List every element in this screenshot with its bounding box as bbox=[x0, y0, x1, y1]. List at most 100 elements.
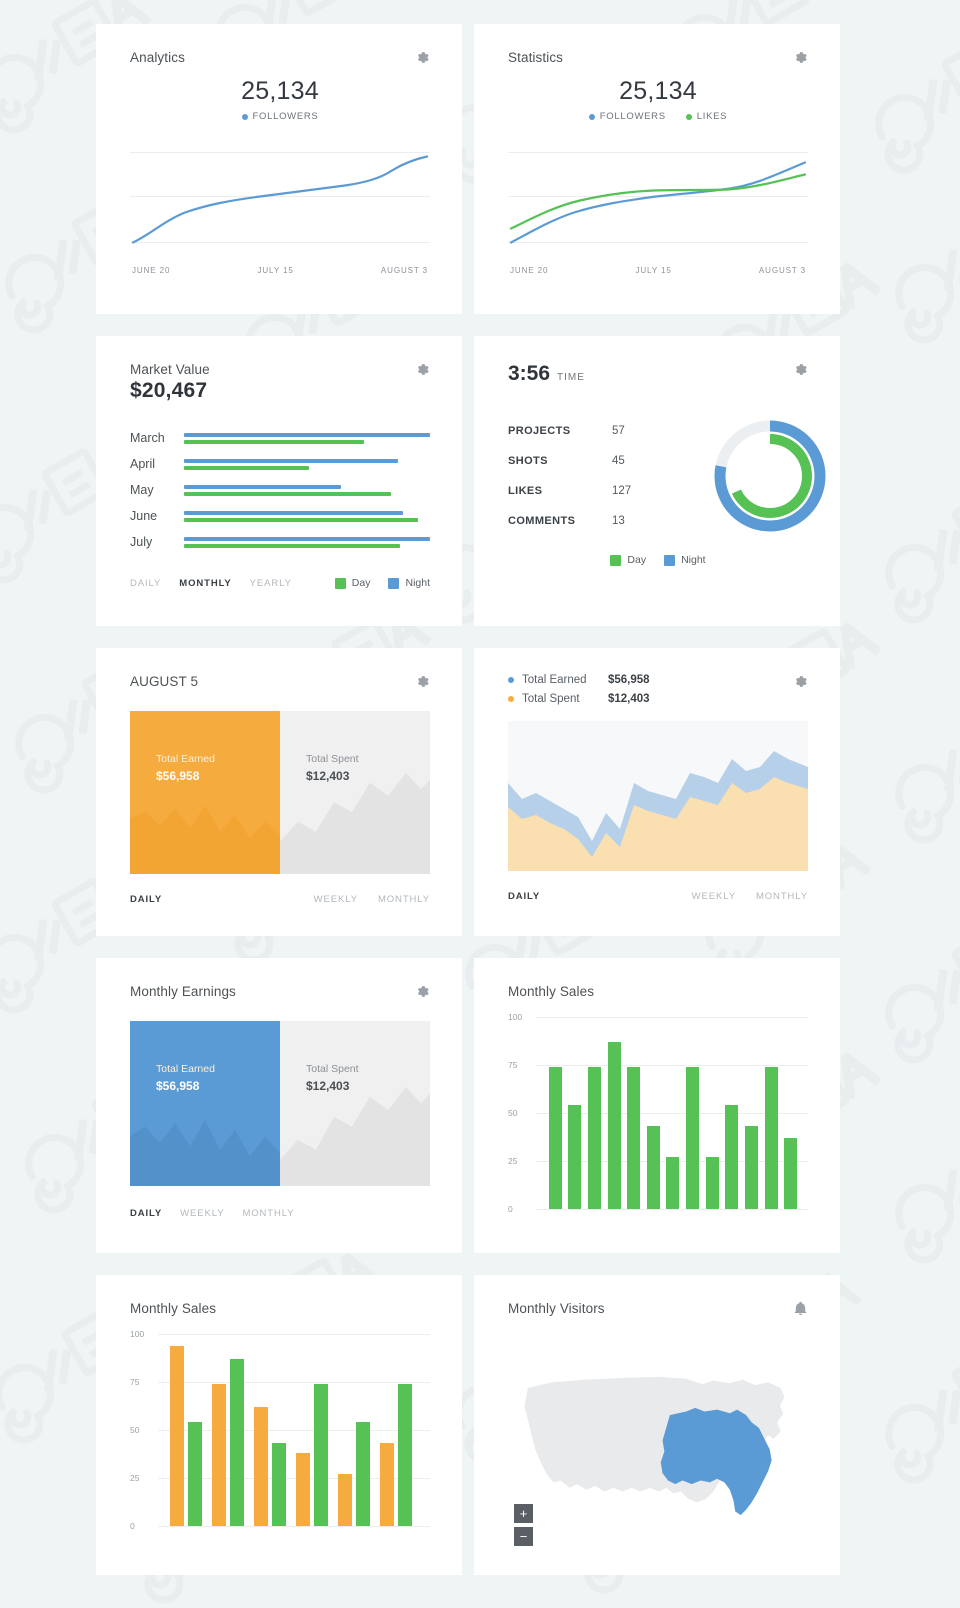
analytics-value: 25,134 bbox=[241, 77, 319, 105]
market-value-amount: $20,467 bbox=[130, 379, 208, 402]
axis-tick: JUNE 20 bbox=[132, 266, 171, 275]
gear-icon[interactable] bbox=[415, 674, 430, 689]
tab-monthly[interactable]: MONTHLY bbox=[242, 1208, 294, 1219]
card-grid: Analytics 25,134 FOLLOWERS JUNE 20 JULY … bbox=[96, 24, 840, 1575]
bar bbox=[627, 1067, 641, 1209]
list-item: PROJECTS 57 bbox=[508, 416, 708, 446]
list-item: SHOTS 45 bbox=[508, 446, 708, 476]
legend-label: Night bbox=[405, 577, 430, 589]
legend-value: $56,958 bbox=[608, 674, 650, 686]
legend-item-spent: Total Spent $12,403 bbox=[508, 693, 650, 705]
gear-icon[interactable] bbox=[415, 984, 430, 999]
period-tabs: DAILY MONTHLY YEARLY bbox=[130, 578, 292, 589]
day-night-legend: Day Night bbox=[334, 577, 430, 589]
earned-spent-legend: Total Earned $56,958 Total Spent $12,403 bbox=[508, 674, 650, 705]
analytics-axis: JUNE 20 JULY 15 AUGUST 3 bbox=[130, 266, 430, 275]
tab-daily[interactable]: DAILY bbox=[130, 1208, 162, 1219]
tab-daily[interactable]: DAILY bbox=[130, 894, 162, 905]
y-axis-tick: 0 bbox=[508, 1204, 513, 1214]
earned-caption: Total Earned bbox=[156, 1063, 215, 1075]
bar bbox=[725, 1105, 739, 1209]
statistics-summary: 25,134 FOLLOWERS LIKES bbox=[508, 77, 808, 122]
stat-key: SHOTS bbox=[508, 455, 548, 467]
legend-label: Day bbox=[627, 554, 647, 566]
legend-color-swatch bbox=[334, 577, 346, 589]
total-spent-panel: Total Spent $12,403 bbox=[280, 711, 430, 874]
bar bbox=[170, 1346, 184, 1526]
earned-value: $56,958 bbox=[156, 1079, 200, 1093]
card-monthly-visitors: Monthly Visitors + − bbox=[474, 1275, 840, 1575]
legend-item-day: Day bbox=[334, 577, 370, 589]
bar bbox=[254, 1407, 268, 1526]
analytics-legend: FOLLOWERS bbox=[130, 111, 430, 122]
gear-icon[interactable] bbox=[415, 50, 430, 65]
y-axis-tick: 25 bbox=[508, 1156, 518, 1166]
legend-item-day: Day bbox=[610, 554, 646, 566]
card-time-stats: 3:56 TIME PROJECTS 57 SHOTS 45 LIKES 127… bbox=[474, 336, 840, 626]
map-zoom-in-button[interactable]: + bbox=[514, 1504, 533, 1523]
bar bbox=[548, 1067, 562, 1209]
bars-plot bbox=[542, 1017, 804, 1209]
legend-label: Total Earned bbox=[522, 674, 587, 686]
tab-weekly[interactable]: WEEKLY bbox=[692, 891, 736, 902]
total-spent-panel: Total Spent $12,403 bbox=[280, 1021, 430, 1186]
legend-item-earned: Total Earned $56,958 bbox=[508, 674, 650, 686]
bar-row: June bbox=[130, 503, 430, 529]
statistics-value: 25,134 bbox=[619, 77, 697, 105]
gear-icon[interactable] bbox=[793, 362, 808, 377]
tab-weekly[interactable]: WEEKLY bbox=[180, 1208, 224, 1219]
legend-item: FOLLOWERS bbox=[588, 111, 666, 122]
y-axis-tick: 75 bbox=[508, 1060, 518, 1070]
y-axis-tick: 0 bbox=[130, 1521, 135, 1531]
tab-monthly[interactable]: MONTHLY bbox=[179, 578, 231, 589]
gridline bbox=[536, 1209, 808, 1210]
bar-day bbox=[184, 543, 401, 548]
gear-icon[interactable] bbox=[793, 674, 808, 689]
y-axis-tick: 100 bbox=[130, 1329, 145, 1339]
tab-monthly[interactable]: MONTHLY bbox=[378, 894, 430, 905]
period-tabs: DAILY WEEKLY MONTHLY bbox=[130, 1208, 294, 1219]
bar-label: March bbox=[130, 431, 165, 445]
tab-yearly[interactable]: YEARLY bbox=[250, 578, 292, 589]
bar-label: April bbox=[130, 457, 156, 471]
page-title-monthly-sales: Monthly Sales bbox=[130, 1301, 217, 1316]
bar-row: July bbox=[130, 529, 430, 555]
dashboard-page: Analytics 25,134 FOLLOWERS JUNE 20 JULY … bbox=[0, 0, 960, 1608]
tab-monthly[interactable]: MONTHLY bbox=[756, 891, 808, 902]
tab-daily[interactable]: DAILY bbox=[130, 578, 161, 589]
gear-icon[interactable] bbox=[793, 50, 808, 65]
list-item: LIKES 127 bbox=[508, 476, 708, 506]
legend-item-night: Night bbox=[388, 577, 430, 589]
page-title-monthly-earnings: Monthly Earnings bbox=[130, 984, 236, 999]
map-svg bbox=[524, 1376, 785, 1516]
us-map[interactable]: + − bbox=[508, 1332, 808, 1560]
gear-icon[interactable] bbox=[415, 362, 430, 377]
page-title-monthly-visitors: Monthly Visitors bbox=[508, 1301, 605, 1316]
page-title-market-value: Market Value bbox=[130, 362, 210, 377]
bar-night bbox=[184, 510, 403, 515]
spent-caption: Total Spent bbox=[306, 1063, 359, 1075]
monthly-sales-green-chart: 100 75 50 25 0 bbox=[508, 1012, 808, 1217]
bar bbox=[607, 1042, 621, 1209]
bar bbox=[745, 1126, 759, 1209]
map-zoom-out-button[interactable]: − bbox=[514, 1527, 533, 1546]
bar-label: June bbox=[130, 509, 158, 523]
earnings-split-panel: Total Earned $56,958 Total Spent $12,403 bbox=[130, 711, 430, 874]
tab-daily[interactable]: DAILY bbox=[508, 891, 540, 902]
tab-weekly[interactable]: WEEKLY bbox=[314, 894, 358, 905]
bar bbox=[568, 1105, 582, 1209]
page-title-monthly-sales: Monthly Sales bbox=[508, 984, 595, 999]
bell-icon[interactable] bbox=[793, 1301, 808, 1316]
page-title-analytics: Analytics bbox=[130, 50, 185, 65]
legend-color-dot bbox=[588, 113, 595, 120]
bar bbox=[380, 1443, 394, 1526]
stat-value: 13 bbox=[612, 515, 625, 527]
spent-value: $12,403 bbox=[306, 1079, 350, 1093]
earned-caption: Total Earned bbox=[156, 753, 215, 765]
bar-row: April bbox=[130, 451, 430, 477]
legend-label: Night bbox=[681, 554, 706, 566]
list-item: COMMENTS 13 bbox=[508, 506, 708, 536]
bar bbox=[666, 1157, 680, 1209]
bar-row: May bbox=[130, 477, 430, 503]
bar bbox=[230, 1359, 244, 1526]
